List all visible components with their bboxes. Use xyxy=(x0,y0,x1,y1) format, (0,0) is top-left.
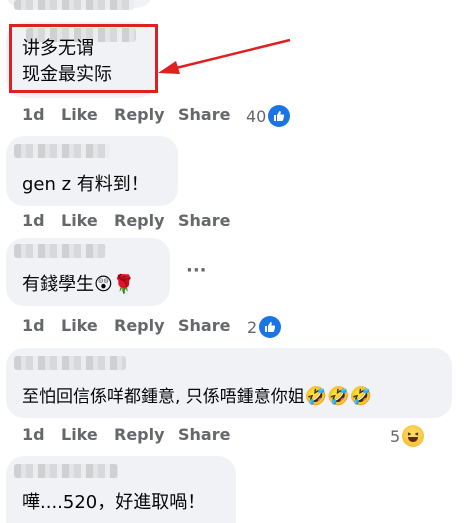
haha-icon xyxy=(402,425,425,447)
reply-button[interactable]: Reply xyxy=(114,211,165,230)
reaction-count: 5 xyxy=(390,426,401,446)
comment-text: 现金最实际 xyxy=(22,64,112,85)
timestamp[interactable]: 1d xyxy=(22,211,45,230)
blurred-name xyxy=(14,144,110,158)
like-button[interactable]: Like xyxy=(61,316,98,335)
share-button[interactable]: Share xyxy=(178,425,230,444)
reaction-summary[interactable]: 40 xyxy=(246,104,291,128)
blurred-name xyxy=(14,356,126,370)
reaction-summary[interactable]: 2 xyxy=(247,315,282,339)
like-button[interactable]: Like xyxy=(61,211,98,230)
reaction-summary[interactable]: 5 xyxy=(390,424,425,448)
reply-button[interactable]: Reply xyxy=(114,425,165,444)
like-button[interactable]: Like xyxy=(61,105,98,124)
comment-text: 至怕回信係咩都鍾意, 只係唔鍾意你姐🤣🤣🤣 xyxy=(22,384,372,410)
comment-text: gen z 有料到！ xyxy=(22,174,149,195)
like-icon xyxy=(259,316,282,338)
timestamp[interactable]: 1d xyxy=(22,425,45,444)
laughing-emoji: 🤣 xyxy=(327,386,350,407)
comment-actions: 1d Like Reply Share xyxy=(22,425,322,449)
like-icon xyxy=(268,105,291,127)
share-button[interactable]: Share xyxy=(178,211,230,230)
reaction-count: 2 xyxy=(247,317,258,337)
blurred-name xyxy=(14,464,118,478)
blurred-name xyxy=(14,0,134,10)
comment-text: 有錢學生😲🌹 xyxy=(22,272,135,298)
reaction-count: 40 xyxy=(246,106,267,126)
reply-button[interactable]: Reply xyxy=(114,316,165,335)
more-options-button[interactable]: ··· xyxy=(186,260,207,281)
comment-text: 讲多无谓 xyxy=(22,38,94,59)
rose-emoji: 🌹 xyxy=(112,274,136,295)
comment-actions: 1d Like Reply Share xyxy=(22,105,442,129)
arrow-annotation xyxy=(158,38,291,74)
blurred-name xyxy=(14,244,106,258)
like-button[interactable]: Like xyxy=(61,425,98,444)
laughing-emoji: 🤣 xyxy=(349,386,373,407)
comment-text-body: 至怕回信係咩都鍾意, 只係唔鍾意你姐 xyxy=(22,387,305,407)
timestamp[interactable]: 1d xyxy=(22,316,45,335)
share-button[interactable]: Share xyxy=(178,316,230,335)
comment-actions: 1d Like Reply Share xyxy=(22,211,322,235)
timestamp[interactable]: 1d xyxy=(22,105,45,124)
laughing-emoji: 🤣 xyxy=(304,386,328,407)
share-button[interactable]: Share xyxy=(178,105,230,124)
comment-text-body: 有錢學生 xyxy=(22,274,94,295)
comment-text: 嘩....520，好進取喎！ xyxy=(22,492,206,513)
reply-button[interactable]: Reply xyxy=(114,105,165,124)
shocked-emoji: 😲 xyxy=(94,274,113,295)
